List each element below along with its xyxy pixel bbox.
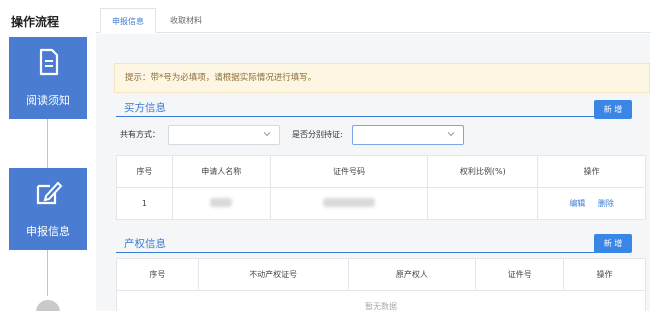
share-method-label: 共有方式：: [120, 130, 160, 139]
step-label: 申报信息: [26, 225, 70, 238]
actions-cell: 编辑 删除: [537, 187, 646, 220]
row-index: 1: [116, 187, 173, 220]
property-table: 序号 不动产权证号 原产权人 证件号 操作 暂无数据: [116, 258, 646, 311]
table-header-row: 序号 申请人名称 证件号码 权利比例(%) 操作: [116, 155, 646, 188]
tab-collect-materials[interactable]: 收取材料: [158, 8, 214, 33]
table-header-row: 序号 不动产权证号 原产权人 证件号 操作: [116, 258, 646, 291]
separate-cert-label: 是否分别持证:: [292, 130, 343, 139]
column-header: 序号: [116, 258, 199, 291]
redacted-text: [323, 198, 376, 207]
ratio-cell: [427, 187, 539, 220]
id-number-cell: [269, 187, 429, 220]
sidebar-title: 操作流程: [11, 15, 60, 29]
process-sidebar: 操作流程 阅读须知 申报信息: [0, 0, 96, 311]
step-next-indicator[interactable]: [36, 300, 60, 311]
step-connector: [47, 250, 48, 296]
chevron-down-icon: [263, 132, 271, 137]
buyer-section-title: 买方信息: [124, 102, 166, 114]
column-header: 操作: [563, 258, 646, 291]
required-tip: 提示：带*号为必填项，请根据实际情况进行填写。: [114, 63, 650, 93]
column-header: 不动产权证号: [197, 258, 349, 291]
column-header: 证件号: [475, 258, 565, 291]
property-section-divider: [116, 252, 630, 253]
delete-link[interactable]: 删除: [598, 199, 614, 208]
column-header: 证件号码: [269, 155, 429, 188]
step-connector: [47, 119, 48, 168]
step-declare-info[interactable]: 申报信息: [9, 168, 87, 250]
property-section-title: 产权信息: [124, 238, 166, 250]
empty-text: 暂无数据: [116, 290, 646, 311]
document-icon: [39, 48, 59, 76]
step-label: 阅读须知: [26, 94, 70, 107]
empty-row: 暂无数据: [116, 290, 646, 311]
main-content: 提示：带*号为必填项，请根据实际情况进行填写。 买方信息 新 增 共有方式： 是…: [96, 34, 650, 311]
column-header: 权利比例(%): [427, 155, 539, 188]
share-method-select[interactable]: [168, 125, 280, 145]
buyer-table: 序号 申请人名称 证件号码 权利比例(%) 操作 1 编辑 删除: [116, 155, 646, 220]
buyer-add-button[interactable]: 新 增: [594, 100, 632, 119]
edit-link[interactable]: 编辑: [569, 199, 585, 208]
applicant-name-cell: [171, 187, 271, 220]
redacted-text: [210, 198, 233, 207]
buyer-section-divider: [116, 116, 630, 117]
column-header: 操作: [537, 155, 646, 188]
table-row: 1 编辑 删除: [116, 187, 646, 220]
separate-cert-select[interactable]: [352, 125, 464, 145]
step-read-notice[interactable]: 阅读须知: [9, 37, 87, 119]
tab-bar: 申报信息 收取材料: [96, 0, 650, 33]
chevron-down-icon: [447, 132, 455, 137]
column-header: 申请人名称: [171, 155, 271, 188]
column-header: 原产权人: [347, 258, 477, 291]
property-add-button[interactable]: 新 增: [594, 234, 632, 253]
column-header: 序号: [116, 155, 173, 188]
edit-icon: [36, 181, 63, 205]
tab-declare-info[interactable]: 申报信息: [100, 8, 156, 33]
